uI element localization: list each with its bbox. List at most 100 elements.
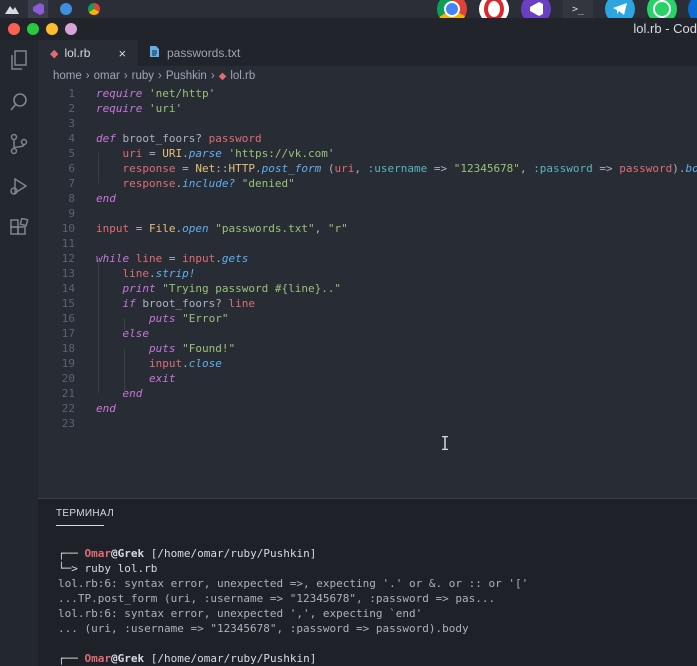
line-number: 5 [68, 147, 75, 160]
terminal-command: ruby lol.rb [84, 562, 158, 575]
explorer-icon[interactable] [7, 48, 31, 72]
code-line[interactable]: require 'uri' [96, 102, 182, 115]
activity-bar [0, 40, 38, 666]
code-line[interactable]: input = File.open "passwords.txt", "r" [96, 222, 348, 235]
prompt-host: @Grek [111, 652, 145, 665]
prompt-user: Omar [84, 652, 112, 665]
breadcrumb-item[interactable]: ruby [132, 70, 154, 82]
ruby-file-icon: ◆ [50, 47, 59, 60]
line-number: 4 [68, 132, 75, 145]
terminal-output-line: lol.rb:6: syntax error, unexpected =>, e… [58, 577, 529, 590]
code-line[interactable]: print "Trying password #{line}.." [96, 282, 342, 295]
code-line[interactable]: require 'net/http' [96, 87, 215, 100]
terminal-prompt-line: ┌── Omar@Grek [/home/omar/ruby/Pushkin] [58, 652, 316, 665]
tab-terminal[interactable]: ТЕРМИНАЛ [56, 508, 114, 519]
taskbar-app-icon[interactable] [56, 0, 76, 18]
indent-guide [124, 318, 125, 333]
line-number: 13 [61, 267, 75, 280]
code-line[interactable]: end [96, 387, 143, 400]
indent-guide [98, 258, 99, 393]
prompt-path: [/home/omar/ruby/Pushkin] [150, 652, 317, 665]
line-number: 15 [61, 297, 75, 310]
extensions-icon[interactable] [7, 216, 31, 240]
chevron-right-icon: › [210, 70, 215, 82]
run-debug-icon[interactable] [7, 174, 31, 198]
code-line[interactable]: if broot_foors? line [96, 297, 255, 310]
tab-label: passwords.txt [167, 46, 241, 60]
maximize-window-button[interactable] [27, 23, 39, 35]
window-title: lol.rb - Cod [633, 21, 697, 36]
minimize-window-button[interactable] [46, 23, 58, 35]
code-line[interactable]: input.close [96, 357, 222, 370]
line-number: 7 [68, 177, 75, 190]
close-tab-icon[interactable]: × [118, 46, 126, 61]
line-number: 22 [61, 402, 75, 415]
terminal-output-line: ... (uri, :username => "12345678", :pass… [58, 622, 469, 635]
line-number: 6 [68, 162, 75, 175]
menu-mountain-icon[interactable] [2, 0, 22, 18]
line-number: 2 [68, 102, 75, 115]
taskbar-vs-icon[interactable] [28, 0, 48, 18]
breadcrumb-item[interactable]: Pushkin [166, 70, 207, 82]
code-line[interactable]: end [96, 402, 116, 415]
tab-underline [56, 525, 104, 526]
code-line[interactable]: while line = input.gets [96, 252, 248, 265]
breadcrumb-item[interactable]: omar [94, 70, 120, 82]
terminal-output-line: ...TP.post_form (uri, :username => "1234… [58, 592, 496, 605]
indent-guide [98, 153, 99, 183]
code-line[interactable]: puts "Error" [96, 312, 228, 325]
code-line[interactable]: puts "Found!" [96, 342, 235, 355]
prompt-user: Omar [84, 547, 112, 560]
system-taskbar: >_ [0, 0, 697, 24]
line-number: 20 [61, 372, 75, 385]
taskbar-chrome-icon[interactable] [84, 0, 104, 18]
prompt-corner: ┌── [58, 652, 78, 665]
window-extra-button[interactable] [65, 23, 77, 35]
line-number: 8 [68, 192, 75, 205]
prompt-path: [/home/omar/ruby/Pushkin] [150, 547, 317, 560]
prompt-host: @Grek [111, 547, 145, 560]
terminal-prompt-line: ┌── Omar@Grek [/home/omar/ruby/Pushkin] [58, 547, 316, 560]
prompt-corner: ┌── [58, 547, 78, 560]
code-line[interactable]: response = Net::HTTP.post_form (uri, :us… [96, 162, 697, 175]
code-editor[interactable]: 1 2 3 4 5 6 7 8 9 10 11 12 13 14 15 16 17 18 19 20 21 22 23 re… [38, 86, 697, 498]
indent-guide [124, 348, 125, 393]
editor-tabs: ◆ lol.rb × passwords.txt [38, 40, 697, 66]
breadcrumb-item[interactable]: home [53, 70, 82, 82]
code-line[interactable]: else [96, 327, 150, 340]
close-window-button[interactable] [8, 23, 20, 35]
line-number: 18 [61, 342, 75, 355]
code-line[interactable]: uri = URI.parse 'https://vk.com' [96, 147, 335, 160]
terminal-panel[interactable]: ТЕРМИНАЛ ┌── Omar@Grek [/home/omar/ruby/… [38, 499, 697, 666]
source-control-icon[interactable] [7, 132, 31, 156]
code-line[interactable]: end [96, 192, 116, 205]
line-number: 1 [68, 87, 75, 100]
line-number: 16 [61, 312, 75, 325]
line-number: 10 [61, 222, 75, 235]
line-number: 17 [61, 327, 75, 340]
line-number: 3 [68, 117, 75, 130]
terminal-output-line: lol.rb:6: syntax error, unexpected ',', … [58, 607, 423, 620]
chevron-right-icon: › [158, 70, 162, 82]
text-file-icon [150, 46, 159, 60]
tab-passwords-txt[interactable]: passwords.txt [138, 40, 258, 66]
code-line[interactable]: response.include? "denied" [96, 177, 295, 190]
line-number: 12 [61, 252, 75, 265]
code-line[interactable]: exit [96, 372, 176, 385]
search-icon[interactable] [7, 90, 31, 114]
chevron-right-icon: › [85, 70, 90, 82]
line-number: 21 [61, 387, 75, 400]
window-titlebar: lol.rb - Cod [0, 18, 697, 40]
text-cursor-icon [442, 436, 448, 450]
line-number: 11 [61, 237, 75, 250]
code-line[interactable]: def broot_foors? password [96, 132, 262, 145]
tab-lol-rb[interactable]: ◆ lol.rb × [38, 40, 138, 66]
line-number: 9 [68, 207, 75, 220]
line-number: 14 [61, 282, 75, 295]
line-number: 23 [61, 417, 75, 430]
tab-label: lol.rb [64, 46, 91, 60]
ruby-file-icon: ◆ [218, 70, 227, 82]
prompt-arrow: └─> [58, 562, 78, 575]
breadcrumb-item[interactable]: lol.rb [230, 70, 255, 82]
code-line[interactable]: line.strip! [96, 267, 196, 280]
